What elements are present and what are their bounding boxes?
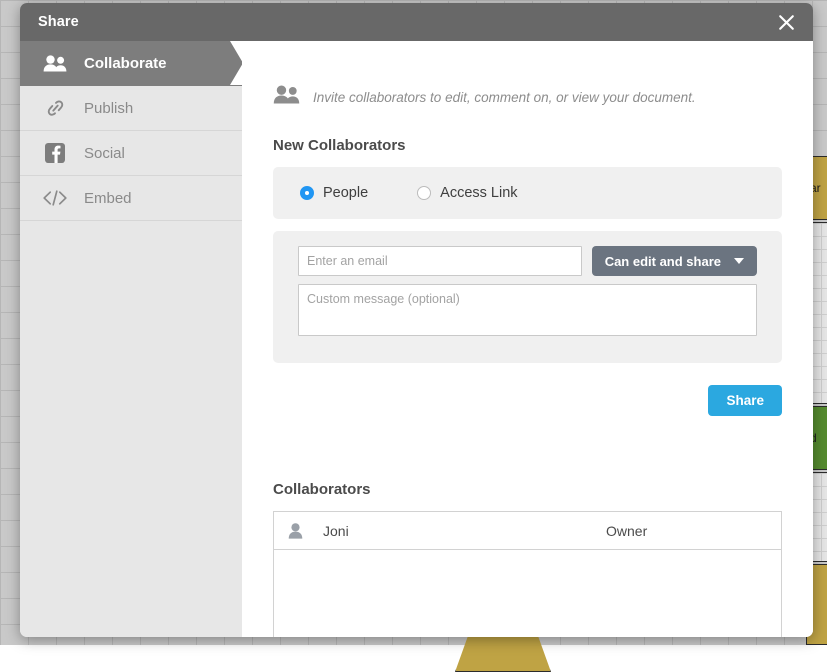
close-icon[interactable] bbox=[773, 9, 799, 35]
audience-selector: People Access Link bbox=[273, 167, 782, 219]
sidebar-item-label: Social bbox=[84, 145, 125, 162]
radio-label: Access Link bbox=[440, 185, 517, 201]
dialog-titlebar: Share bbox=[20, 3, 813, 41]
sidebar: Collaborate Publish bbox=[20, 41, 242, 637]
facebook-icon bbox=[42, 142, 68, 164]
sidebar-item-publish[interactable]: Publish bbox=[20, 86, 242, 131]
sidebar-item-label: Embed bbox=[84, 190, 132, 207]
person-icon bbox=[288, 523, 314, 539]
code-icon bbox=[42, 189, 68, 207]
share-action-row: Share bbox=[273, 385, 782, 416]
chevron-down-icon bbox=[734, 258, 744, 264]
share-dialog: Share Collaborate bbox=[20, 3, 813, 637]
people-icon bbox=[42, 55, 68, 72]
permission-dropdown[interactable]: Can edit and share bbox=[592, 246, 757, 276]
people-icon bbox=[273, 85, 300, 109]
sidebar-item-label: Publish bbox=[84, 100, 133, 117]
page-title: Share bbox=[38, 14, 79, 30]
sidebar-item-social[interactable]: Social bbox=[20, 131, 242, 176]
custom-message-field[interactable] bbox=[298, 284, 757, 336]
sidebar-item-embed[interactable]: Embed bbox=[20, 176, 242, 221]
collaborator-name: Joni bbox=[314, 523, 606, 539]
dialog-body: Collaborate Publish bbox=[20, 41, 813, 637]
invite-banner: Invite collaborators to edit, comment on… bbox=[273, 85, 782, 109]
collaborator-role: Owner bbox=[606, 523, 647, 539]
table-row[interactable]: Joni Owner bbox=[274, 512, 781, 550]
invite-description: Invite collaborators to edit, comment on… bbox=[313, 90, 696, 105]
sidebar-item-collaborate[interactable]: Collaborate bbox=[20, 41, 242, 86]
share-button[interactable]: Share bbox=[708, 385, 782, 416]
invite-form: Can edit and share bbox=[273, 231, 782, 363]
permission-label: Can edit and share bbox=[605, 254, 721, 269]
radio-access-link[interactable]: Access Link bbox=[417, 185, 517, 201]
new-collaborators-heading: New Collaborators bbox=[273, 137, 782, 154]
link-icon bbox=[42, 98, 68, 118]
content-pane: Invite collaborators to edit, comment on… bbox=[242, 41, 813, 637]
collaborators-table: Joni Owner bbox=[273, 511, 782, 637]
collaborators-heading: Collaborators bbox=[273, 481, 782, 498]
sidebar-item-label: Collaborate bbox=[84, 55, 167, 72]
radio-dot-icon bbox=[300, 186, 314, 200]
radio-dot-icon bbox=[417, 186, 431, 200]
radio-label: People bbox=[323, 185, 368, 201]
collaborators-section: Collaborators Joni Owner bbox=[273, 481, 782, 637]
radio-people[interactable]: People bbox=[300, 185, 368, 201]
email-field[interactable] bbox=[298, 246, 582, 276]
email-row: Can edit and share bbox=[298, 246, 757, 276]
